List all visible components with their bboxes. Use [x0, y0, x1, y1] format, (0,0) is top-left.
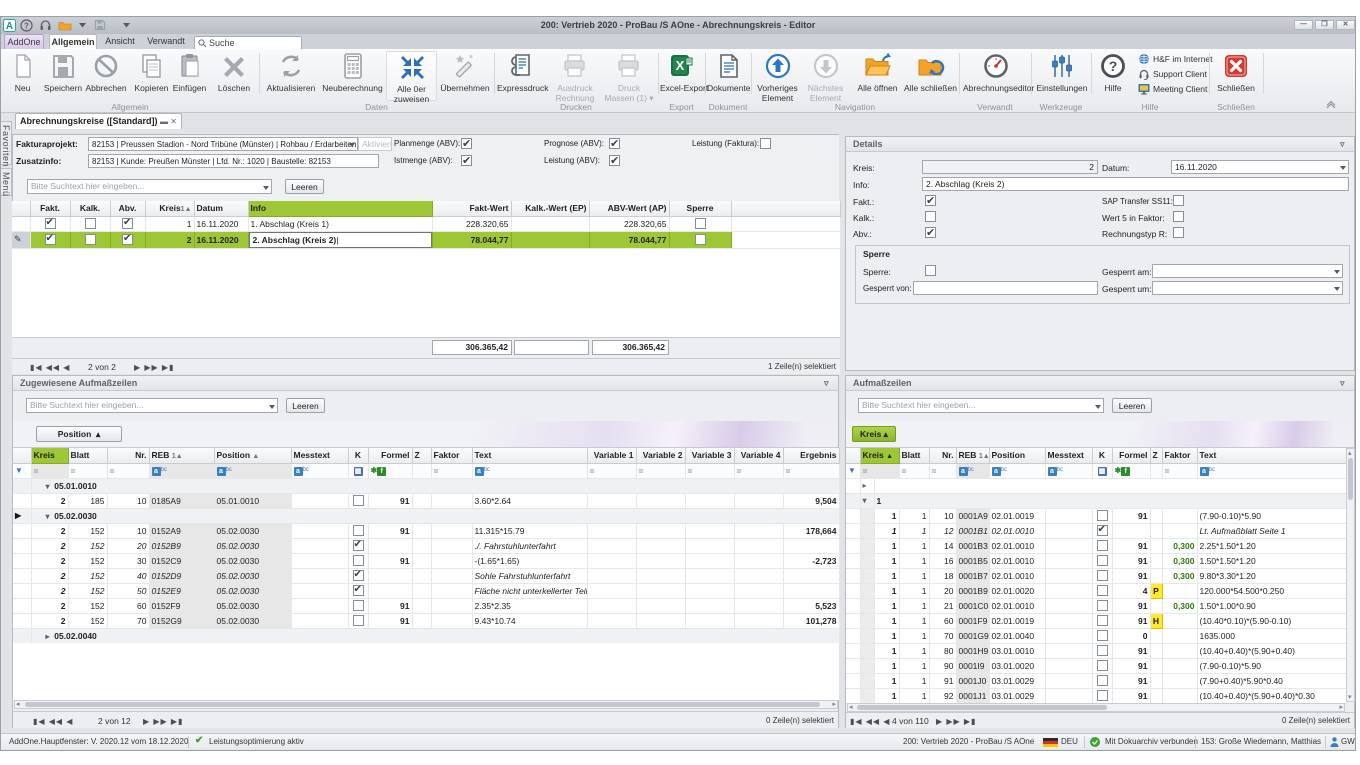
- svg-text:X: X: [676, 58, 685, 73]
- svg-text:?: ?: [1109, 58, 1118, 74]
